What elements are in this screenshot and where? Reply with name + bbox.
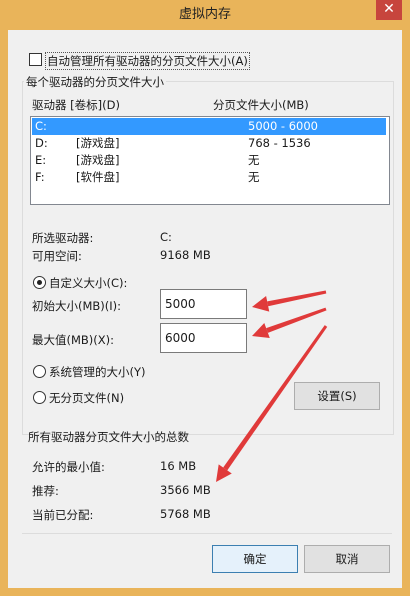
drive-row[interactable]: F: [软件盘] 无 [32, 169, 386, 186]
drive-page-size: 768 - 1536 [248, 136, 311, 150]
recommended-value: 3566 MB [160, 483, 211, 497]
free-space-label: 可用空间: [32, 249, 82, 263]
min-label: 允许的最小值: [32, 460, 105, 474]
recommended-label: 推荐: [32, 484, 59, 498]
current-label: 当前已分配: [32, 508, 94, 522]
drive-volume-label: [软件盘] [76, 170, 120, 184]
window-title: 虚拟内存 [178, 7, 231, 22]
virtual-memory-window: 虚拟内存 ✕ 自动管理所有驱动器的分页文件大小(A) 每个驱动器的分页文件大小 … [0, 0, 410, 596]
drive-page-size: 5000 - 6000 [248, 119, 318, 133]
drive-volume-label: [游戏盘] [76, 153, 120, 167]
drive-letter: E: [35, 153, 47, 167]
drive-page-size: 无 [248, 153, 260, 167]
drive-list[interactable]: C: 5000 - 6000 D: [游戏盘] 768 - 1536 E: [游戏盘] 无 F:… [30, 116, 390, 205]
current-value: 5768 MB [160, 507, 211, 521]
initial-size-input[interactable]: 5000 [160, 289, 247, 319]
system-managed-radio[interactable] [33, 365, 46, 378]
ok-button[interactable]: 确定 [212, 545, 298, 573]
no-paging-radio[interactable] [33, 391, 46, 404]
drive-row[interactable]: E: [游戏盘] 无 [32, 152, 386, 169]
selected-drive-value: C: [160, 230, 172, 244]
col-drive-header: 驱动器 [卷标](D) [32, 98, 120, 112]
custom-size-label[interactable]: 自定义大小(C): [49, 275, 127, 291]
set-button[interactable]: 设置(S) [294, 382, 380, 410]
totals-group-title: 所有驱动器分页文件大小的总数 [28, 430, 189, 444]
min-value: 16 MB [160, 459, 197, 473]
system-managed-label[interactable]: 系统管理的大小(Y) [49, 364, 146, 380]
drive-volume-label: [游戏盘] [76, 136, 120, 150]
auto-manage-checkbox[interactable] [29, 53, 42, 66]
max-size-label: 最大值(MB)(X): [32, 333, 115, 347]
drive-page-size: 无 [248, 170, 260, 184]
drives-group-title: 每个驱动器的分页文件大小 [24, 74, 166, 90]
initial-size-label: 初始大小(MB)(I): [32, 299, 122, 313]
drive-letter: D: [35, 136, 48, 150]
custom-size-radio[interactable] [33, 276, 46, 289]
no-paging-label[interactable]: 无分页文件(N) [49, 390, 124, 406]
drive-row[interactable]: D: [游戏盘] 768 - 1536 [32, 135, 386, 152]
cancel-button[interactable]: 取消 [304, 545, 390, 573]
close-icon[interactable]: ✕ [376, 0, 402, 20]
max-size-input[interactable]: 6000 [160, 323, 247, 353]
selected-drive-label: 所选驱动器: [32, 231, 94, 245]
dialog-client: 自动管理所有驱动器的分页文件大小(A) 每个驱动器的分页文件大小 驱动器 [卷标… [8, 30, 402, 588]
drive-letter: F: [35, 170, 45, 184]
free-space-value: 9168 MB [160, 248, 211, 262]
auto-manage-label[interactable]: 自动管理所有驱动器的分页文件大小(A) [45, 52, 250, 70]
drive-row[interactable]: C: 5000 - 6000 [32, 118, 386, 135]
col-size-header: 分页文件大小(MB) [213, 98, 309, 112]
drive-letter: C: [35, 119, 47, 133]
